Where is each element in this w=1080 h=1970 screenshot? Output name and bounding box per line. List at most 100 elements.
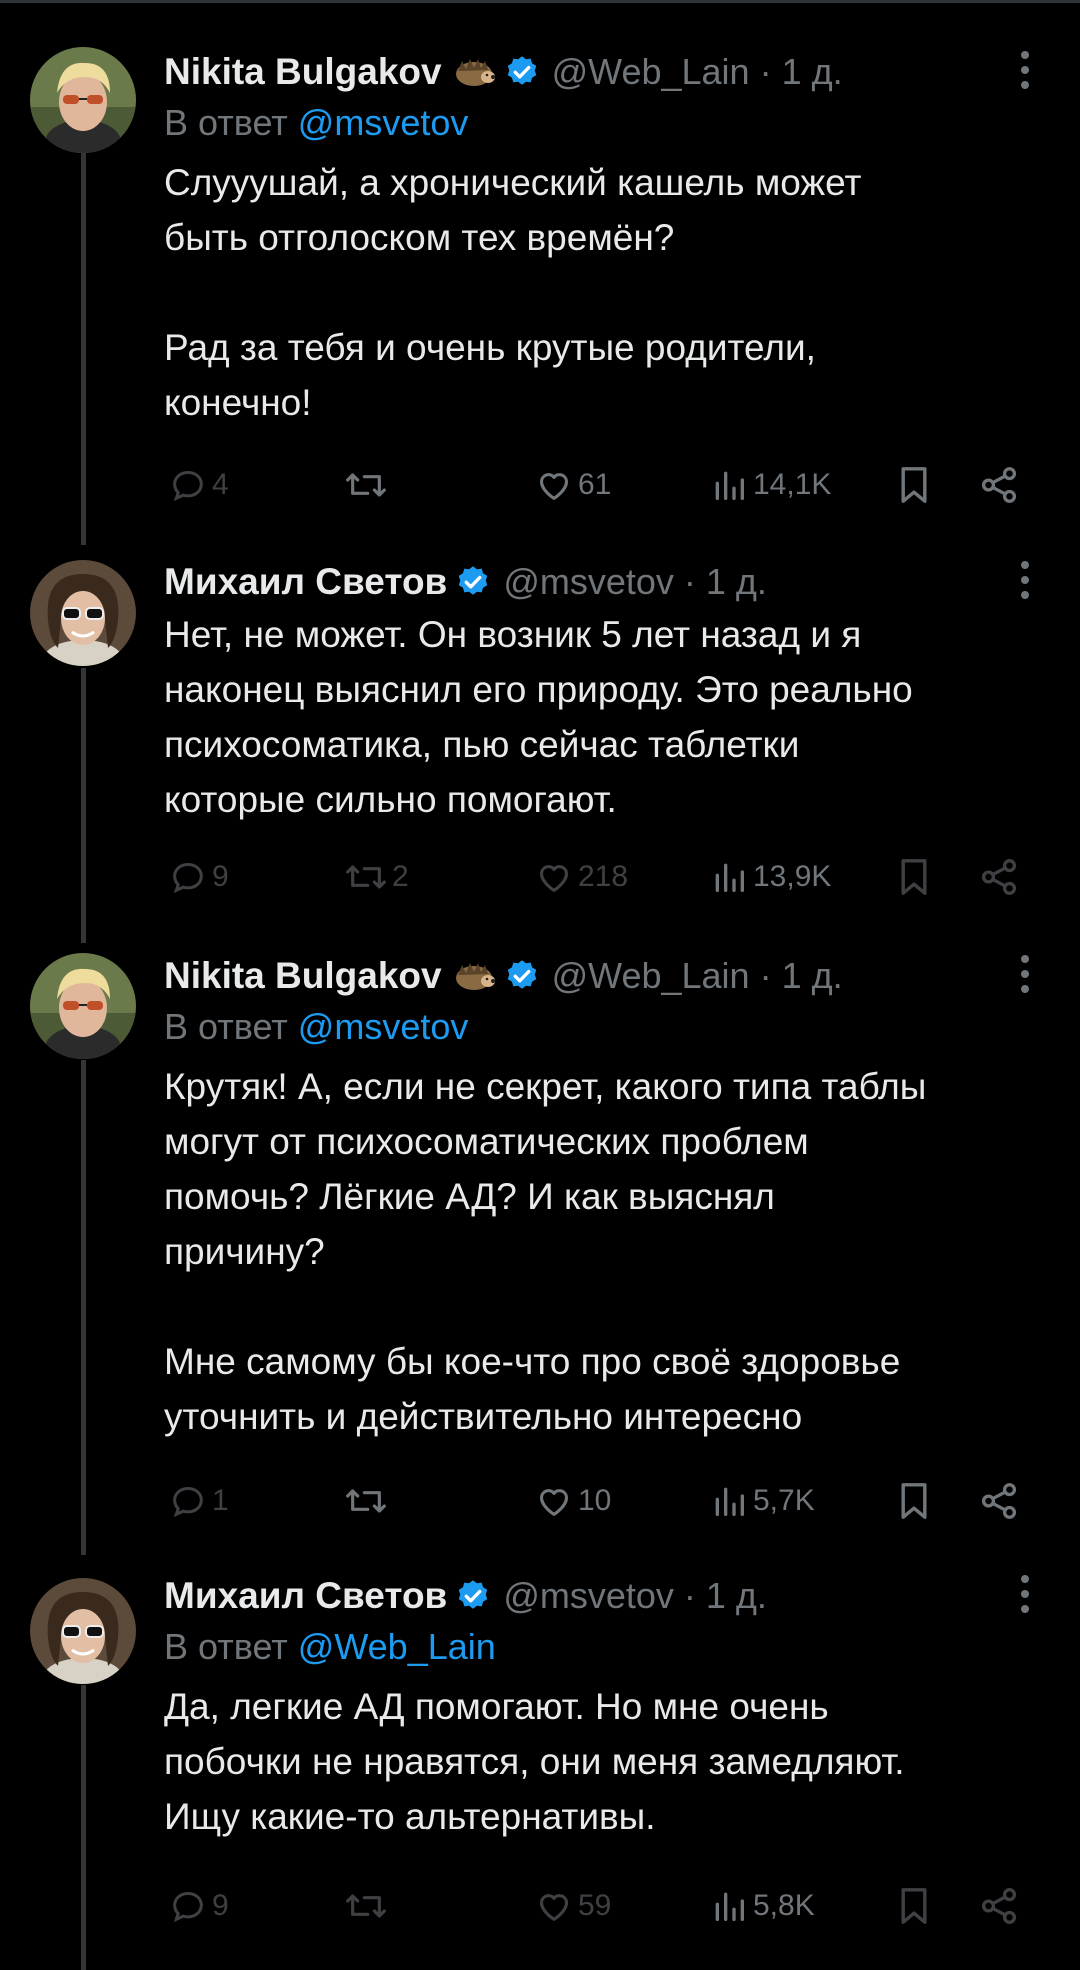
thread-line bbox=[81, 1060, 86, 1555]
avatar-mikhail-image bbox=[30, 1578, 136, 1684]
author-name[interactable]: Nikita Bulgakov bbox=[164, 51, 442, 93]
heart-icon bbox=[539, 1489, 569, 1516]
views-count: 14,1K bbox=[753, 468, 832, 501]
tweet-text: Крутяк! А, если не секрет, какого типа т… bbox=[164, 1066, 927, 1437]
reply-prefix: В ответ bbox=[164, 102, 298, 143]
verified-badge-icon bbox=[504, 958, 540, 994]
like-count: 59 bbox=[578, 1889, 612, 1922]
retweet-button[interactable]: 2 bbox=[344, 852, 409, 902]
tweet-text: Слууушай, а хронический кашель может быт… bbox=[164, 162, 862, 423]
share-button[interactable] bbox=[978, 460, 1020, 510]
reply-count: 1 bbox=[212, 1484, 229, 1517]
tweet-text: Нет, не может. Он возник 5 лет назад и я… bbox=[164, 614, 913, 820]
bookmark-button[interactable] bbox=[896, 1881, 932, 1931]
author-handle[interactable]: @Web_Lain bbox=[552, 51, 750, 93]
avatar-mikhail-image bbox=[30, 560, 136, 666]
more-options-icon[interactable] bbox=[1020, 561, 1030, 601]
share-icon bbox=[981, 1888, 1017, 1924]
share-button[interactable] bbox=[978, 1476, 1020, 1526]
tweet-text: Да, легкие АД помогают. Но мне очень поб… bbox=[164, 1686, 905, 1837]
views-button[interactable]: 5,7K bbox=[709, 1476, 815, 1526]
author-name[interactable]: Михаил Светов bbox=[164, 561, 447, 603]
share-button[interactable] bbox=[978, 1881, 1020, 1931]
top-divider bbox=[0, 0, 1080, 3]
retweet-button[interactable] bbox=[344, 460, 392, 510]
heart-icon bbox=[539, 473, 569, 500]
retweet-icon bbox=[346, 1489, 386, 1513]
views-button[interactable]: 14,1K bbox=[709, 460, 831, 510]
views-icon bbox=[715, 863, 744, 892]
reply-button[interactable]: 9 bbox=[168, 852, 229, 902]
views-icon bbox=[715, 1892, 744, 1921]
author-handle[interactable]: @msvetov bbox=[503, 1575, 674, 1617]
avatar-nikita-image bbox=[30, 47, 136, 153]
reply-button[interactable]: 4 bbox=[168, 460, 229, 510]
verified-badge-icon bbox=[455, 1578, 491, 1614]
thread-line bbox=[81, 150, 86, 545]
bookmark-icon bbox=[901, 1888, 927, 1924]
like-button[interactable]: 59 bbox=[534, 1881, 611, 1931]
verified-badge-icon bbox=[455, 564, 491, 600]
reply-button[interactable]: 1 bbox=[168, 1476, 229, 1526]
share-button[interactable] bbox=[978, 852, 1020, 902]
views-icon bbox=[715, 471, 744, 500]
like-count: 10 bbox=[578, 1484, 612, 1517]
more-options-icon[interactable] bbox=[1020, 1575, 1030, 1615]
bookmark-icon bbox=[901, 1483, 927, 1519]
views-count: 13,9K bbox=[753, 860, 832, 893]
like-button[interactable]: 10 bbox=[534, 1476, 611, 1526]
more-options-icon[interactable] bbox=[1020, 955, 1030, 995]
avatar[interactable] bbox=[30, 1578, 136, 1684]
views-button[interactable]: 13,9K bbox=[709, 852, 831, 902]
views-icon bbox=[715, 1487, 744, 1516]
author-handle[interactable]: @Web_Lain bbox=[552, 955, 750, 997]
share-icon bbox=[981, 1483, 1017, 1519]
avatar[interactable] bbox=[30, 47, 136, 153]
retweet-button[interactable] bbox=[344, 1476, 392, 1526]
reply-prefix: В ответ bbox=[164, 1006, 298, 1047]
reply-icon bbox=[173, 862, 203, 894]
reply-context: В ответ @msvetov bbox=[164, 1001, 1050, 1053]
like-button[interactable]: 61 bbox=[534, 460, 611, 510]
author-handle[interactable]: @msvetov bbox=[503, 561, 674, 603]
avatar-nikita-image bbox=[30, 953, 136, 1059]
views-count: 5,8K bbox=[753, 1889, 815, 1922]
bookmark-button[interactable] bbox=[896, 1476, 932, 1526]
tweet-time[interactable]: · 1 д. bbox=[684, 561, 767, 603]
reply-count: 4 bbox=[212, 468, 229, 501]
retweet-icon bbox=[346, 865, 386, 889]
reply-mention-link[interactable]: @Web_Lain bbox=[298, 1626, 496, 1667]
like-count: 218 bbox=[578, 860, 629, 893]
tweet-time[interactable]: · 1 д. bbox=[760, 955, 843, 997]
author-name[interactable]: Nikita Bulgakov bbox=[164, 955, 442, 997]
bookmark-button[interactable] bbox=[896, 852, 932, 902]
reply-mention-link[interactable]: @msvetov bbox=[298, 1006, 469, 1047]
reply-button[interactable]: 9 bbox=[168, 1881, 229, 1931]
retweet-button[interactable] bbox=[344, 1881, 392, 1931]
tweet-actions: 9 59 5,8K bbox=[164, 1881, 1050, 1931]
more-options-icon[interactable] bbox=[1020, 51, 1030, 91]
retweet-icon bbox=[346, 473, 386, 497]
tweet-time[interactable]: · 1 д. bbox=[684, 1575, 767, 1617]
retweet-count: 2 bbox=[392, 860, 409, 893]
reply-context: В ответ @Web_Lain bbox=[164, 1621, 1050, 1673]
hedgehog-emoji-icon bbox=[452, 55, 496, 89]
bookmark-icon bbox=[901, 467, 927, 503]
reply-mention-link[interactable]: @msvetov bbox=[298, 102, 469, 143]
verified-badge-icon bbox=[504, 54, 540, 90]
reply-count: 9 bbox=[212, 1889, 229, 1922]
author-name[interactable]: Михаил Светов bbox=[164, 1575, 447, 1617]
bookmark-button[interactable] bbox=[896, 460, 932, 510]
avatar[interactable] bbox=[30, 953, 136, 1059]
share-icon bbox=[981, 467, 1017, 503]
thread-line bbox=[81, 1685, 86, 1970]
tweet-time[interactable]: · 1 д. bbox=[760, 51, 843, 93]
reply-icon bbox=[173, 1891, 203, 1923]
views-button[interactable]: 5,8K bbox=[709, 1881, 815, 1931]
avatar[interactable] bbox=[30, 560, 136, 666]
reply-icon bbox=[173, 1486, 203, 1518]
reply-icon bbox=[173, 470, 203, 502]
like-button[interactable]: 218 bbox=[534, 852, 628, 902]
views-count: 5,7K bbox=[753, 1484, 815, 1517]
tweet-actions: 4 61 14,1K bbox=[164, 460, 1050, 510]
